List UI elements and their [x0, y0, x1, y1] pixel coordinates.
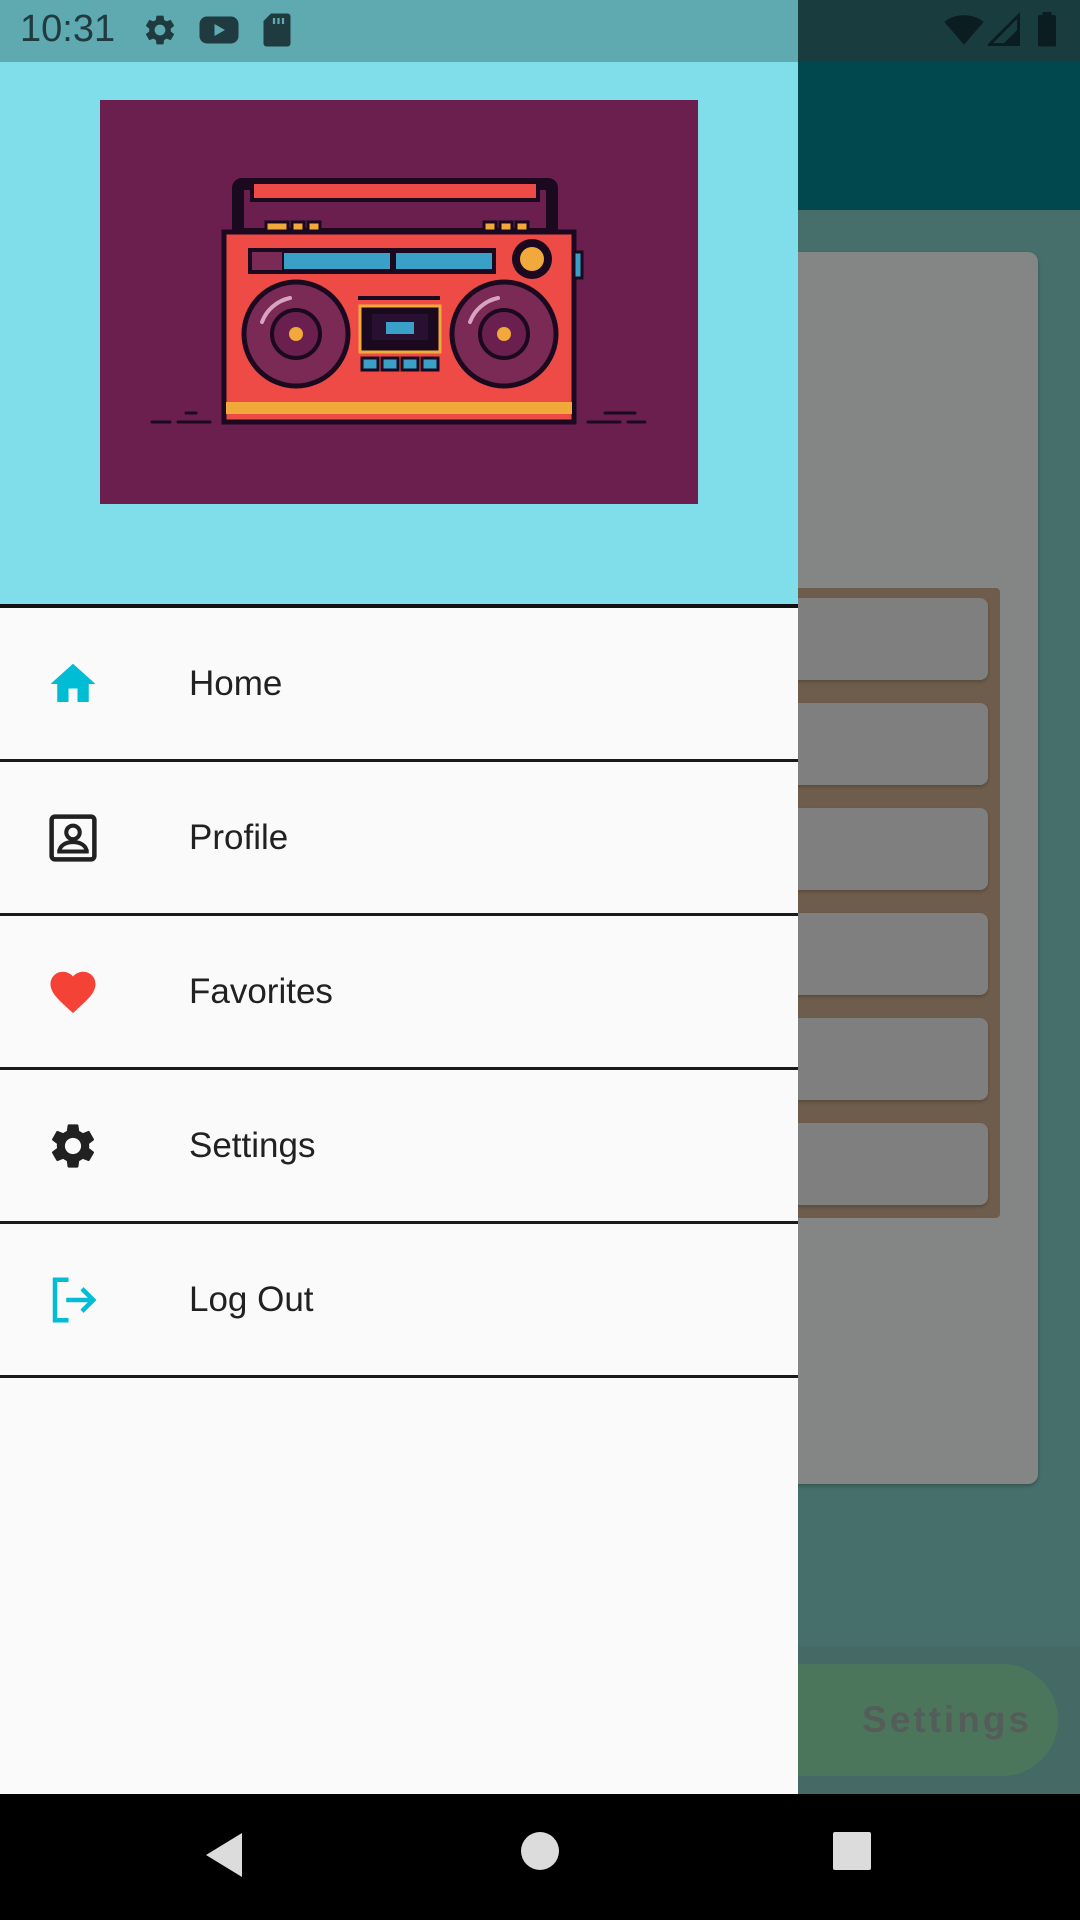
menu-item-settings[interactable]: Settings — [0, 1070, 798, 1224]
navigation-drawer: Home Profile Favorites Settings Log Out — [0, 0, 798, 1794]
status-time: 10:31 — [20, 8, 116, 50]
home-circle-icon[interactable] — [520, 1831, 560, 1884]
signal-icon — [985, 11, 1020, 53]
system-nav-bar — [0, 1794, 1080, 1920]
status-bar: 10:31 — [0, 0, 1080, 62]
menu-item-profile[interactable]: Profile — [0, 762, 798, 916]
menu-label-home: Home — [189, 663, 283, 703]
gear-icon — [142, 12, 178, 53]
youtube-icon — [198, 12, 240, 53]
sd-card-icon — [262, 12, 292, 53]
logout-icon — [46, 1273, 100, 1327]
drawer-menu: Home Profile Favorites Settings Log Out — [0, 608, 798, 1378]
menu-item-home[interactable]: Home — [0, 608, 798, 762]
contact-card-icon — [46, 811, 100, 865]
drawer-header — [0, 62, 798, 608]
recents-icon[interactable] — [832, 1831, 872, 1884]
menu-label-favorites: Favorites — [189, 971, 333, 1011]
status-bar-drawer-area — [0, 0, 798, 62]
back-icon[interactable] — [204, 1831, 244, 1884]
menu-label-logout: Log Out — [189, 1279, 314, 1319]
menu-item-favorites[interactable]: Favorites — [0, 916, 798, 1070]
battery-icon — [1036, 12, 1058, 53]
menu-label-settings: Settings — [189, 1125, 316, 1165]
menu-item-logout[interactable]: Log Out — [0, 1224, 798, 1378]
home-icon — [46, 657, 100, 711]
heart-icon — [46, 965, 100, 1019]
gear-icon — [46, 1119, 100, 1173]
boombox-illustration — [100, 100, 698, 504]
menu-label-profile: Profile — [189, 817, 289, 857]
wifi-icon — [944, 12, 984, 53]
